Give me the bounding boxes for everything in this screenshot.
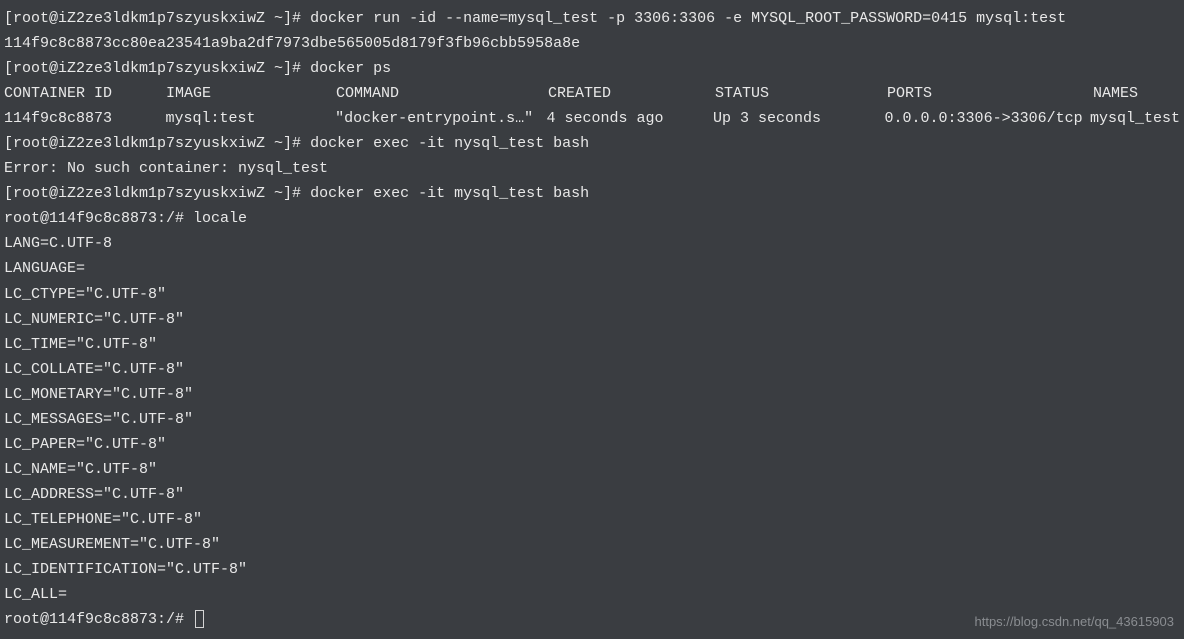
header-status: STATUS	[715, 81, 887, 106]
locale-paper: LC_PAPER="C.UTF-8"	[4, 432, 1180, 457]
command-text: locale	[193, 210, 247, 227]
command-text: docker run -id --name=mysql_test -p 3306…	[310, 10, 1066, 27]
output-container-hash: 114f9c8c8873cc80ea23541a9ba2df7973dbe565…	[4, 31, 1180, 56]
watermark-text: https://blog.csdn.net/qq_43615903	[975, 611, 1175, 633]
table-header-row: CONTAINER ID IMAGE COMMAND CREATED STATU…	[4, 81, 1180, 106]
command-line: [root@iZ2ze3ldkm1p7szyuskxiwZ ~]# docker…	[4, 131, 1180, 156]
command-line: [root@iZ2ze3ldkm1p7szyuskxiwZ ~]# docker…	[4, 181, 1180, 206]
header-command: COMMAND	[336, 81, 548, 106]
terminal-output[interactable]: [root@iZ2ze3ldkm1p7szyuskxiwZ ~]# docker…	[4, 6, 1180, 632]
shell-prompt: [root@iZ2ze3ldkm1p7szyuskxiwZ ~]#	[4, 10, 310, 27]
error-output: Error: No such container: nysql_test	[4, 156, 1180, 181]
cell-created: 4 seconds ago	[546, 106, 713, 131]
command-line: [root@iZ2ze3ldkm1p7szyuskxiwZ ~]# docker…	[4, 56, 1180, 81]
cell-command: "docker-entrypoint.s…"	[335, 106, 546, 131]
locale-ctype: LC_CTYPE="C.UTF-8"	[4, 282, 1180, 307]
locale-messages: LC_MESSAGES="C.UTF-8"	[4, 407, 1180, 432]
locale-monetary: LC_MONETARY="C.UTF-8"	[4, 382, 1180, 407]
locale-measurement: LC_MEASUREMENT="C.UTF-8"	[4, 532, 1180, 557]
cell-status: Up 3 seconds	[713, 106, 885, 131]
header-created: CREATED	[548, 81, 715, 106]
shell-prompt: root@114f9c8c8873:/#	[4, 611, 193, 628]
cursor-icon	[195, 610, 204, 628]
locale-name: LC_NAME="C.UTF-8"	[4, 457, 1180, 482]
locale-lang: LANG=C.UTF-8	[4, 231, 1180, 256]
cell-container-id: 114f9c8c8873	[4, 106, 166, 131]
command-text: docker exec -it mysql_test bash	[310, 185, 589, 202]
command-text: docker exec -it nysql_test bash	[310, 135, 589, 152]
locale-all: LC_ALL=	[4, 582, 1180, 607]
command-line: root@114f9c8c8873:/# locale	[4, 206, 1180, 231]
locale-language: LANGUAGE=	[4, 256, 1180, 281]
header-image: IMAGE	[166, 81, 336, 106]
cell-names: mysql_test	[1090, 106, 1180, 131]
header-names: NAMES	[1093, 81, 1138, 106]
cell-image: mysql:test	[166, 106, 336, 131]
locale-telephone: LC_TELEPHONE="C.UTF-8"	[4, 507, 1180, 532]
locale-collate: LC_COLLATE="C.UTF-8"	[4, 357, 1180, 382]
command-line: [root@iZ2ze3ldkm1p7szyuskxiwZ ~]# docker…	[4, 6, 1180, 31]
header-ports: PORTS	[887, 81, 1093, 106]
shell-prompt: [root@iZ2ze3ldkm1p7szyuskxiwZ ~]#	[4, 60, 310, 77]
locale-numeric: LC_NUMERIC="C.UTF-8"	[4, 307, 1180, 332]
cell-ports: 0.0.0.0:3306->3306/tcp	[885, 106, 1090, 131]
shell-prompt: [root@iZ2ze3ldkm1p7szyuskxiwZ ~]#	[4, 185, 310, 202]
locale-identification: LC_IDENTIFICATION="C.UTF-8"	[4, 557, 1180, 582]
locale-time: LC_TIME="C.UTF-8"	[4, 332, 1180, 357]
locale-address: LC_ADDRESS="C.UTF-8"	[4, 482, 1180, 507]
header-container-id: CONTAINER ID	[4, 81, 166, 106]
shell-prompt: [root@iZ2ze3ldkm1p7szyuskxiwZ ~]#	[4, 135, 310, 152]
command-text: docker ps	[310, 60, 391, 77]
table-row: 114f9c8c8873 mysql:test "docker-entrypoi…	[4, 106, 1180, 131]
shell-prompt: root@114f9c8c8873:/#	[4, 210, 193, 227]
